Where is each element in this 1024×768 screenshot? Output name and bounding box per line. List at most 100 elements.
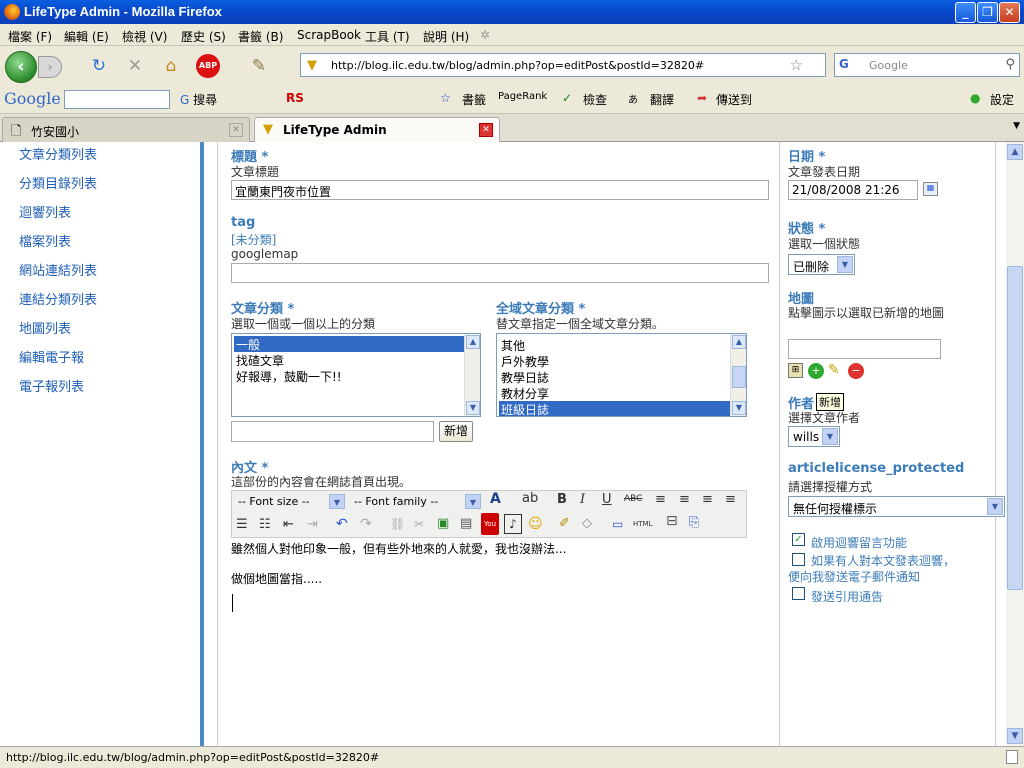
indent-icon[interactable]: ⇥ [307,517,318,532]
category-listbox[interactable]: 一般 找碴文章 好報導，鼓勵一下!! ▲ ▼ [231,333,481,417]
addon-icon[interactable]: ✎ [248,55,270,77]
image-icon[interactable]: ▣ [437,516,449,531]
sidebar-item-edit-newsletter[interactable]: 編輯電子報 [19,347,84,366]
font-color-icon[interactable]: A [490,491,501,507]
menu-tools[interactable]: 工具 (T) [365,28,410,45]
page-scrollbar[interactable]: ▲ ▼ [1006,142,1024,746]
date-input[interactable]: 21/08/2008 21:26 [788,180,918,200]
status-select[interactable]: 已刪除 ▼ [788,254,855,275]
bullet-list-icon[interactable]: ☰ [236,517,248,532]
justify-icon[interactable]: ≡ [725,492,736,507]
list-item[interactable]: 好報導，鼓勵一下!! [234,368,464,384]
html-source-icon[interactable]: HTML [633,520,652,528]
cleanup-icon[interactable]: ✐ [559,516,570,531]
edit-map-icon[interactable]: ✎ [828,362,840,378]
rss-icon[interactable]: RS [286,91,304,105]
youtube-icon[interactable]: You [481,513,499,535]
google-search-button[interactable]: G 搜尋 [180,91,217,108]
tab-lifetype-admin[interactable]: ▼ LifeType Admin ✕ [254,117,500,142]
align-left-icon[interactable]: ≡ [655,492,666,507]
adblock-icon[interactable]: ABP [196,54,220,78]
menu-scrapbook[interactable]: ScrapBook [297,28,361,42]
outdent-icon[interactable]: ⇤ [283,517,294,532]
url-bar[interactable]: ▼ http://blog.ilc.edu.tw/blog/admin.php?… [300,53,826,77]
scroll-up-arrow[interactable]: ▲ [1007,144,1023,160]
list-item[interactable]: 找碴文章 [234,352,464,368]
menu-edit[interactable]: 編輯 (E) [64,28,109,45]
enable-comments-checkbox[interactable]: ✓ [792,533,805,546]
numbered-list-icon[interactable]: ☷ [259,517,271,532]
maximize-button[interactable]: ❐ [977,2,998,23]
tab-zhuan[interactable]: 🗋 竹安國小 ✕ [2,117,250,142]
remove-map-icon[interactable]: − [848,363,864,379]
minimize-button[interactable]: _ [955,2,976,23]
scroll-down-arrow[interactable]: ▼ [1007,728,1023,744]
reload-icon[interactable]: ↻ [88,55,110,77]
sidebar-item-newsletter-list[interactable]: 電子報列表 [19,376,84,395]
google-search-input[interactable] [64,90,170,109]
unlink-icon[interactable]: ✂ [414,517,424,531]
bookmark-star-icon[interactable]: ☆ [790,56,803,74]
content-editor[interactable]: 雖然個人對他印象一般，但有些外地來的人就愛，我也沒辦法... 做個地圖當指...… [231,538,779,746]
list-item[interactable]: 教材分享 [499,385,731,401]
tab-list-icon[interactable]: ▼ [1013,121,1020,131]
menu-file[interactable]: 檔案 (F) [8,28,52,45]
menu-view[interactable]: 檢視 (V) [122,28,167,45]
page-break-icon[interactable]: ⊟ [666,513,678,529]
sidebar-item-link-categories[interactable]: 連結分類列表 [19,289,97,308]
highlight-color-icon[interactable]: ab [522,491,538,506]
strikethrough-icon[interactable]: ABC [624,494,642,504]
paste-icon[interactable]: ⎘ [689,515,699,530]
list-item[interactable]: 戶外教學 [499,353,731,369]
map-input[interactable] [788,339,941,359]
star-bookmark-icon[interactable]: ☆ [440,91,451,105]
home-icon[interactable]: ⌂ [160,55,182,77]
list-item[interactable]: 其他 [499,337,731,353]
calendar-icon[interactable]: ▦ [923,182,938,196]
italic-icon[interactable]: I [580,492,585,507]
list-item[interactable]: 教學日誌 [499,369,731,385]
stop-icon[interactable]: ✕ [124,55,146,77]
author-select[interactable]: wills ▼ [788,426,840,447]
tag-input[interactable] [231,263,769,283]
close-window-button[interactable]: ✕ [999,2,1020,23]
menu-bookmarks[interactable]: 書籤 (B) [238,28,283,45]
spellcheck-button[interactable]: 檢查 [583,91,607,108]
menu-help[interactable]: 說明 (H) [423,28,469,45]
redo-icon[interactable]: ↷ [360,516,372,532]
global-category-scrollbar[interactable]: ▲ ▼ [730,334,746,416]
underline-icon[interactable]: U [602,492,612,507]
list-item[interactable]: 一般 [234,336,464,352]
bold-icon[interactable]: B [557,492,567,507]
new-category-input[interactable] [231,421,434,442]
search-bar[interactable]: G Google ⚲ [834,53,1020,77]
font-family-select[interactable]: -- Font family -- ▼ [350,493,482,510]
tab-close-icon[interactable]: ✕ [229,123,243,137]
menu-history[interactable]: 歷史 (S) [181,28,226,45]
map-select-icon[interactable]: ⊞ [788,363,803,378]
sidebar-item-site-links[interactable]: 網站連結列表 [19,260,97,279]
sendto-button[interactable]: 傳送到 [716,91,752,108]
title-input[interactable]: 宜蘭東門夜市位置 [231,180,769,200]
align-center-icon[interactable]: ≡ [679,492,690,507]
back-button[interactable]: ‹ [5,51,37,83]
forward-button[interactable]: › [38,56,62,78]
undo-icon[interactable]: ↶ [336,516,348,532]
link-icon[interactable]: ⛓ [390,517,405,531]
tab-close-icon[interactable]: ✕ [479,123,493,137]
search-icon[interactable]: ⚲ [1005,57,1015,72]
sidebar-item-category-directories[interactable]: 分類目錄列表 [19,173,97,192]
search-engine-icon[interactable]: G [839,57,849,71]
media-icon[interactable]: ▤ [460,516,472,531]
tag-uncategorized-link[interactable]: [未分類] [231,231,276,248]
spellcheck-icon[interactable]: ✓ [562,91,572,105]
category-list-scrollbar[interactable]: ▲ ▼ [464,334,480,416]
sidebar-item-comments[interactable]: 迴響列表 [19,202,71,221]
global-category-listbox[interactable]: 其他 戶外教學 教學日誌 教材分享 班級日誌 ▲ ▼ [496,333,747,417]
sidebar-item-maps[interactable]: 地圖列表 [19,318,71,337]
send-trackback-checkbox[interactable] [792,587,805,600]
font-size-select[interactable]: -- Font size -- ▼ [234,493,346,510]
license-select[interactable]: 無任何授權標示 ▼ [788,496,1005,517]
settings-button[interactable]: 設定 [990,91,1014,108]
scroll-thumb[interactable] [1007,266,1023,590]
